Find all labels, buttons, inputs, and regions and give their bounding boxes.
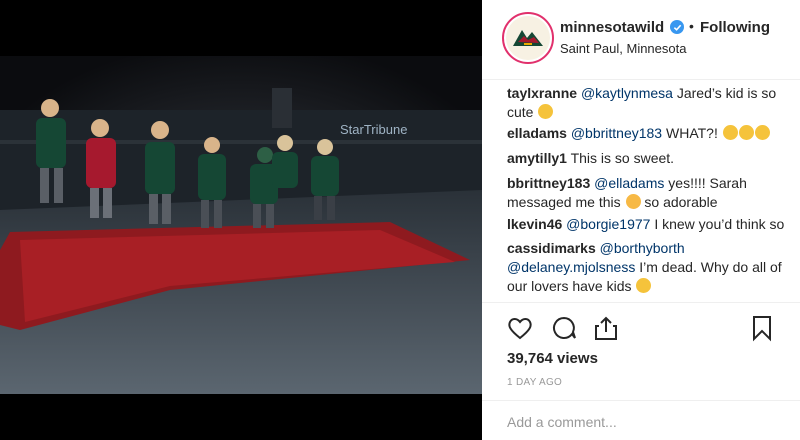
comment-item: cassidimarks @borthyborth @delaney.mjols… (507, 239, 797, 296)
post-timestamp[interactable]: 1 DAY AGO (507, 377, 562, 388)
comment-mention[interactable]: @borthyborth (600, 240, 685, 256)
comment-username[interactable]: bbrittney183 (507, 175, 590, 191)
separator-dot: • (689, 18, 694, 34)
verified-badge-icon (670, 20, 684, 34)
crying-emoji-icon (754, 125, 770, 140)
comment-item: bbrittney183 @elladams yes!!!! Sarah mes… (507, 174, 797, 212)
comment-text: WHAT?! (662, 125, 722, 141)
comment-username[interactable]: amytilly1 (507, 150, 567, 166)
minnesota-wild-logo-icon (506, 16, 550, 60)
comment-item: amytilly1 This is so sweet. (507, 149, 797, 168)
comment-icon[interactable] (550, 314, 578, 342)
comment-text: so adorable (640, 194, 718, 210)
blush-emoji-icon (625, 194, 641, 209)
weary-face-emoji-icon (538, 104, 554, 119)
crying-emoji-icon (738, 125, 754, 140)
comment-username[interactable]: taylxranne (507, 85, 577, 101)
following-button[interactable]: Following (700, 19, 770, 36)
share-icon[interactable] (592, 314, 620, 342)
comment-username[interactable]: cassidimarks (507, 240, 596, 256)
comment-mention[interactable]: @kaytlynmesa (581, 85, 673, 101)
post-header: minnesotawild • Following Saint Paul, Mi… (482, 0, 800, 80)
comment-mention[interactable]: @delaney.mjolsness (507, 259, 635, 275)
comment-item: elladams @bbrittney183 WHAT?! (507, 124, 797, 143)
bookmark-icon[interactable] (748, 314, 776, 342)
comment-item: lkevin46 @borgie1977 I knew you’d think … (507, 215, 797, 234)
video-frame-image: StarTribune (0, 0, 482, 440)
view-count[interactable]: 39,764 views (507, 350, 598, 367)
comment-username[interactable]: elladams (507, 125, 567, 141)
avatar[interactable] (502, 12, 554, 64)
divider (482, 302, 800, 303)
comments-list: taylxranne @kaytlynmesa Jared’s kid is s… (482, 80, 800, 302)
action-bar (482, 306, 800, 346)
comment-mention[interactable]: @borgie1977 (566, 216, 650, 232)
comment-text: I knew you’d think so (650, 216, 785, 232)
comment-username[interactable]: lkevin46 (507, 216, 562, 232)
heart-eyes-emoji-icon (722, 125, 738, 140)
heart-icon[interactable] (506, 314, 534, 342)
post-username[interactable]: minnesotawild (560, 19, 664, 36)
crying-emoji-icon (636, 278, 652, 293)
comment-item: taylxranne @kaytlynmesa Jared’s kid is s… (507, 84, 797, 122)
add-comment-input[interactable]: Add a comment... (507, 414, 617, 430)
comment-mention[interactable]: @elladams (594, 175, 664, 191)
post-panel: minnesotawild • Following Saint Paul, Mi… (482, 0, 800, 440)
arena-sign-text: StarTribune (340, 122, 407, 137)
comment-mention[interactable]: @bbrittney183 (571, 125, 662, 141)
video-player[interactable]: StarTribune (0, 0, 482, 440)
divider (482, 400, 800, 401)
post-location[interactable]: Saint Paul, Minnesota (560, 41, 686, 56)
comment-text: This is so sweet. (566, 150, 675, 166)
